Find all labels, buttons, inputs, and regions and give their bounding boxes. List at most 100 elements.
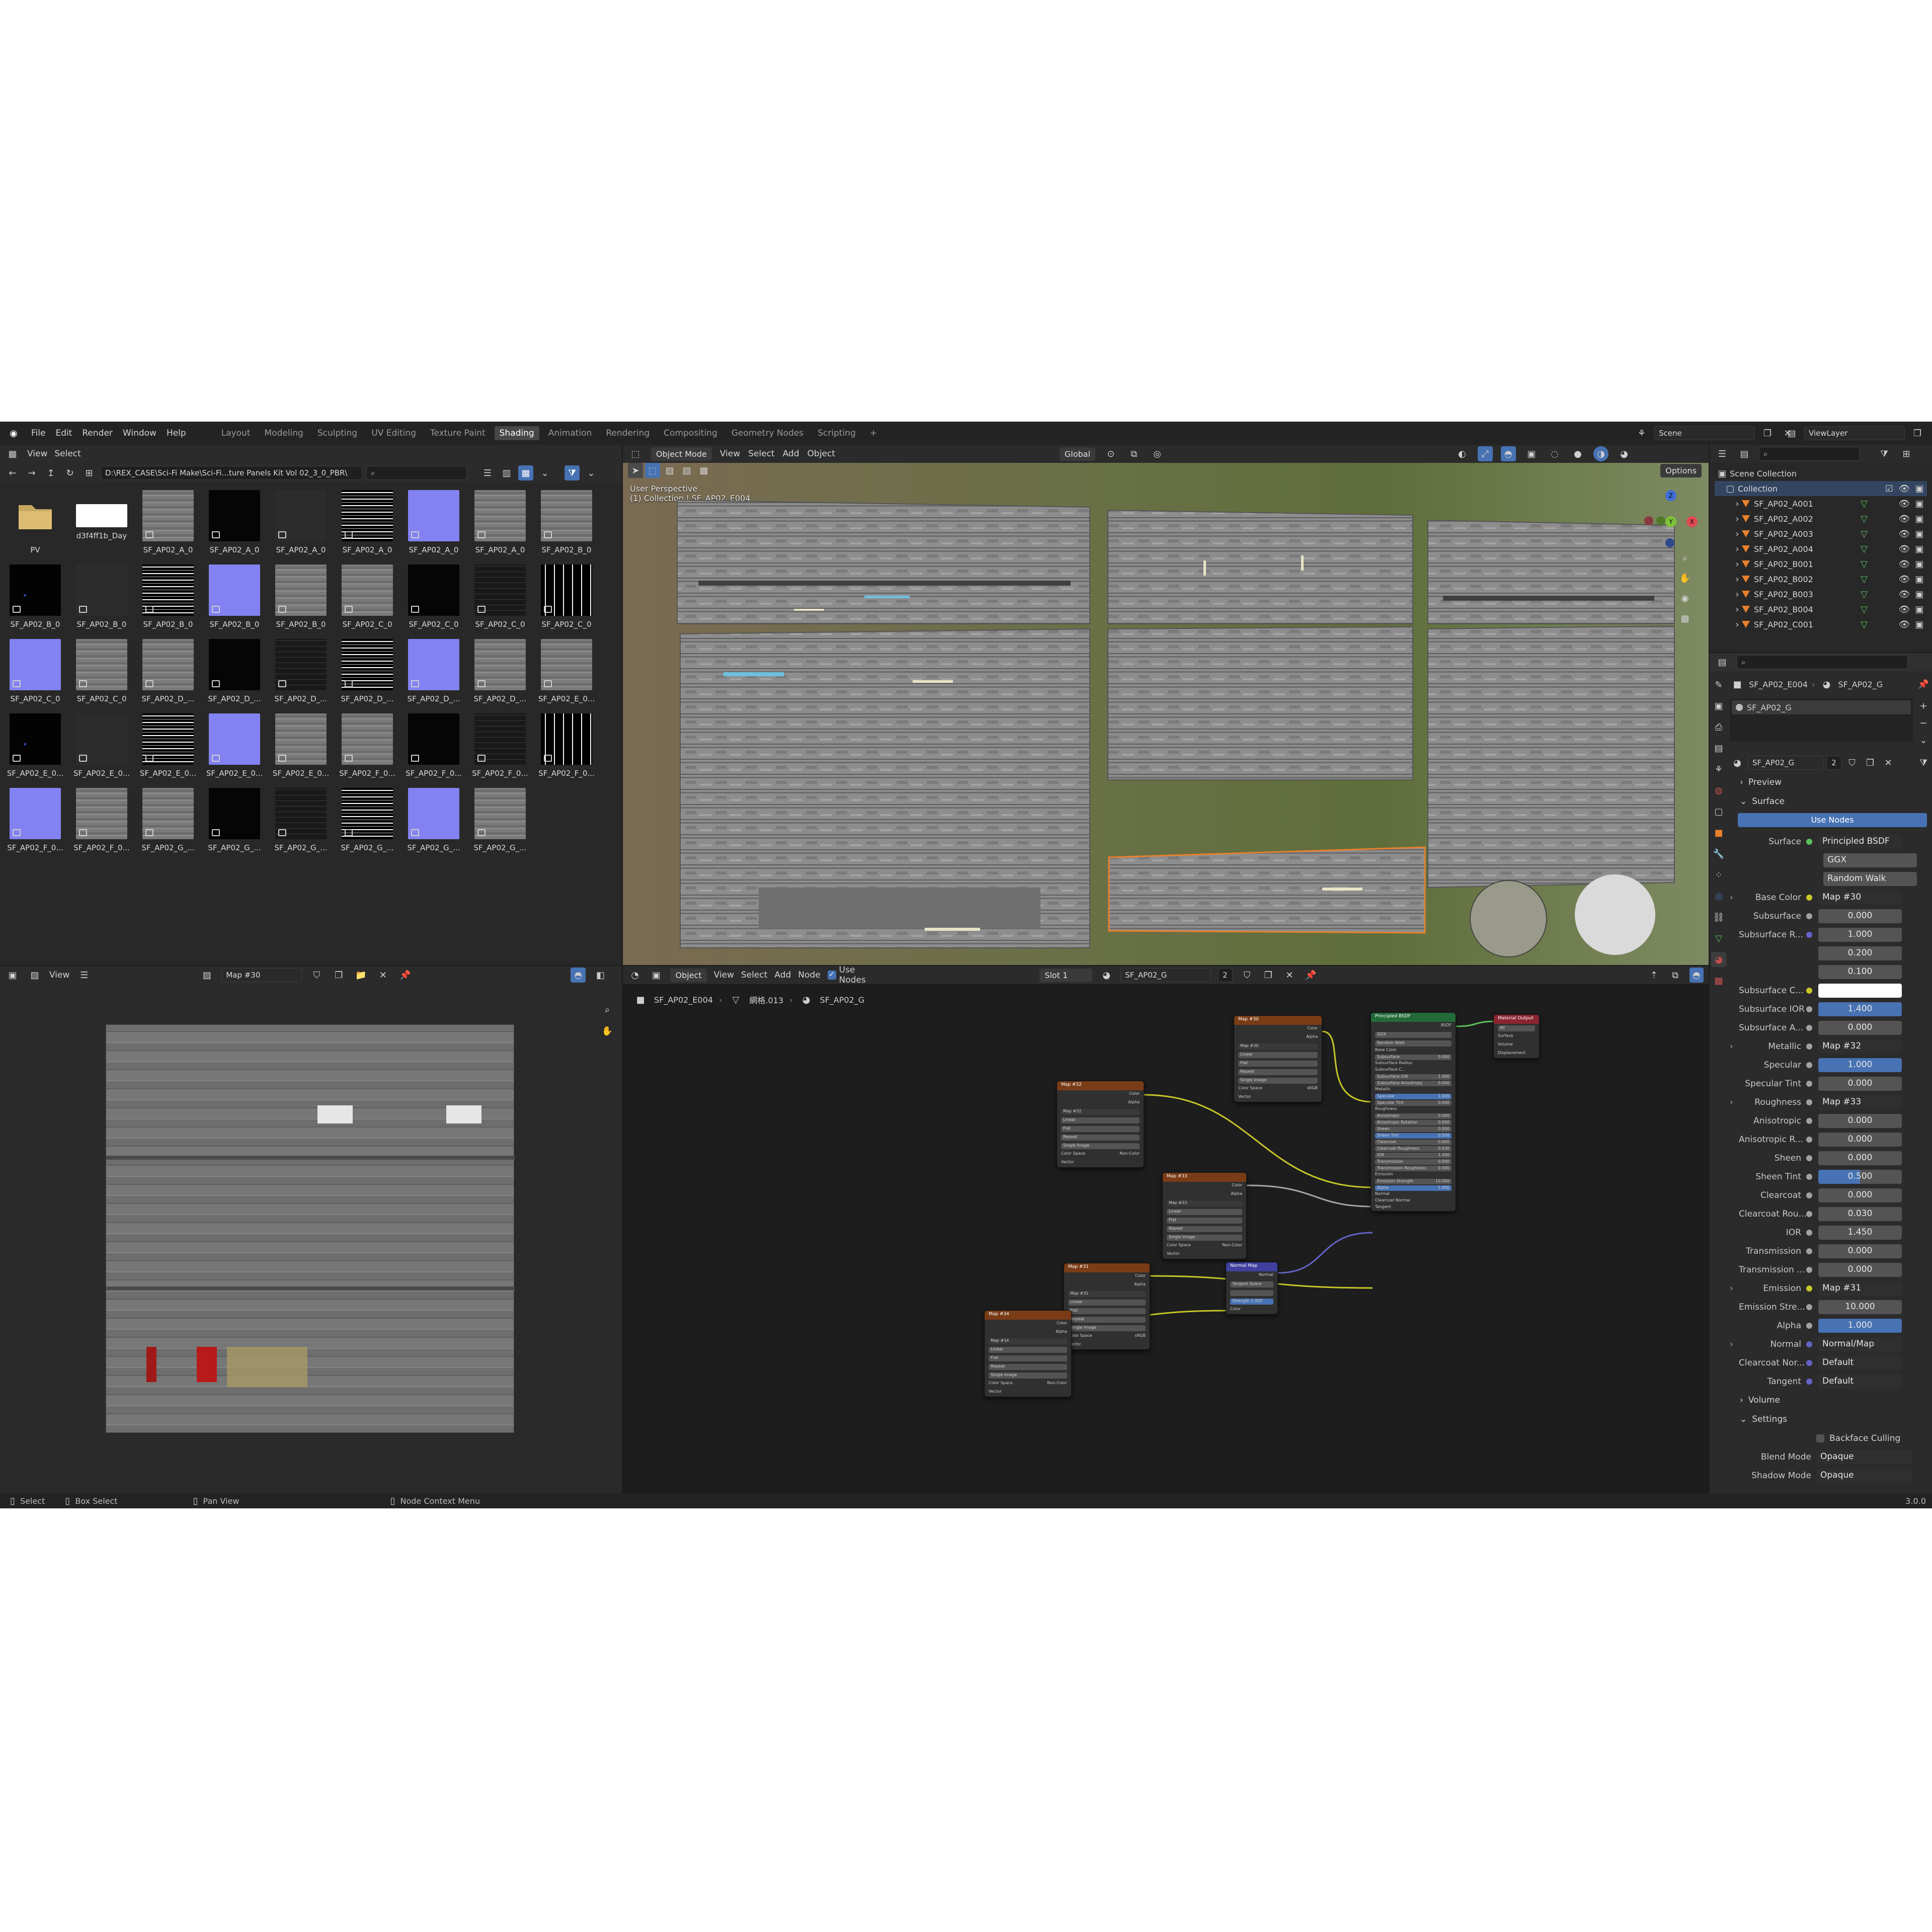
search-input[interactable]: ⌕ — [366, 466, 467, 480]
blend-mode-dropdown[interactable]: Opaque — [1816, 1450, 1912, 1464]
collection-tab-icon[interactable]: ▢ — [1711, 804, 1726, 819]
file-thumbnail[interactable]: SF_AP02_F_0... — [400, 713, 467, 788]
image-texture-node-map33[interactable]: Map #33 Color Alpha Map #33 Linear Flat Repeat… — [1162, 1172, 1247, 1259]
eye-icon[interactable]: 👁 — [1897, 526, 1912, 541]
file-thumbnail[interactable]: SF_AP02_D_... — [334, 639, 400, 713]
expand-arrow-icon[interactable]: › — [1730, 1283, 1739, 1294]
file-thumbnail[interactable]: SF_AP02_G_... — [467, 788, 533, 862]
filter-icon[interactable]: ⧩ — [1916, 755, 1931, 770]
file-thumbnail[interactable]: SF_AP02_A_0 — [268, 490, 334, 565]
file-thumbnail[interactable]: SF_AP02_C_0 — [2, 639, 68, 713]
eye-icon[interactable]: 👁 — [1897, 541, 1912, 556]
file-thumbnail[interactable]: SF_AP02_G_... — [400, 788, 467, 862]
expand-arrow-icon[interactable]: › — [1733, 541, 1742, 556]
close-view-layer-icon[interactable]: ✕ — [1930, 426, 1932, 441]
mesh-data-icon[interactable]: ▽ — [1857, 496, 1872, 511]
mesh-data-icon[interactable]: ▽ — [1857, 572, 1872, 587]
path-field[interactable]: D:\REX_CASE\Sci-Fi Make\Sci-Fi...ture Pa… — [101, 466, 362, 480]
outliner-item[interactable]: › SF_AP02_B003 ▽ 👁 ▣ — [1715, 587, 1927, 602]
surface-shader-field[interactable]: Principled BSDF — [1818, 834, 1902, 849]
file-thumbnail[interactable]: SF_AP02_E_0... — [201, 713, 268, 788]
camera-icon[interactable]: ▣ — [1912, 511, 1927, 526]
navigation-gizmo[interactable]: Z Y X — [1644, 490, 1700, 547]
file-thumbnail[interactable]: SF_AP02_C_0 — [68, 639, 135, 713]
view-layer-tab-icon[interactable]: ▤ — [1711, 741, 1726, 756]
physics-tab-icon[interactable]: ◎ — [1711, 889, 1726, 904]
outliner-item[interactable]: › SF_AP02_B002 ▽ 👁 ▣ — [1715, 572, 1927, 587]
data-tab-icon[interactable]: ▽ — [1711, 931, 1726, 946]
expand-arrow-icon[interactable]: › — [1730, 1041, 1739, 1052]
file-thumbnail[interactable]: SF_AP02_F_0... — [2, 788, 68, 862]
particles-tab-icon[interactable]: ⁘ — [1711, 867, 1726, 882]
file-thumbnail[interactable]: SF_AP02_E_0... — [135, 713, 201, 788]
outliner-item[interactable]: › SF_AP02_A004 ▽ 👁 ▣ — [1715, 541, 1927, 556]
bsdf-input-field[interactable]: 1.450 — [1818, 1225, 1902, 1240]
filter-icon[interactable]: ⧩ — [565, 465, 580, 480]
refresh-icon[interactable]: ↻ — [62, 465, 77, 480]
surface-panel-header[interactable]: ⌄ Surface — [1730, 792, 1931, 811]
bsdf-input-field[interactable]: Normal/Map — [1818, 1337, 1902, 1351]
file-thumbnail[interactable]: SF_AP02_A_0 — [400, 490, 467, 565]
outliner-item[interactable]: › SF_AP02_A003 ▽ 👁 ▣ — [1715, 526, 1927, 541]
gizmo-neg-x[interactable] — [1644, 516, 1653, 525]
eye-icon[interactable]: 👁 — [1897, 496, 1912, 511]
expand-arrow-icon[interactable]: › — [1733, 496, 1742, 511]
principled-bsdf-node[interactable]: Principled BSDF BSDF GGX Random Walk Base Co… — [1371, 1012, 1456, 1212]
file-thumbnail[interactable]: SF_AP02_B_0 — [68, 565, 135, 639]
normal-map-node[interactable]: Normal Map Normal Tangent Space Strength… — [1226, 1262, 1278, 1315]
unlink-image-icon[interactable]: ✕ — [375, 968, 390, 983]
object-tab-icon[interactable]: ■ — [1711, 825, 1726, 840]
menu-select[interactable]: Select — [54, 449, 80, 459]
tab-texture-paint[interactable]: Texture Paint — [425, 426, 491, 440]
eye-icon[interactable]: 👁 — [1897, 572, 1912, 587]
mesh-data-icon[interactable]: ▽ — [1857, 602, 1872, 617]
scene-field[interactable]: Scene — [1654, 426, 1755, 440]
sss-method-dropdown[interactable]: Random Walk — [1823, 871, 1917, 886]
back-icon[interactable]: ← — [5, 465, 20, 480]
file-thumbnail[interactable]: SF_AP02_G_... — [135, 788, 201, 862]
tab-layout[interactable]: Layout — [216, 426, 256, 440]
bsdf-input-field[interactable]: 1.000 — [1818, 1318, 1902, 1333]
new-folder-icon[interactable]: ⊞ — [82, 465, 97, 480]
outliner-item[interactable]: › SF_AP02_A002 ▽ 👁 ▣ — [1715, 511, 1927, 526]
fake-user-icon[interactable]: ⛉ — [309, 968, 324, 983]
bsdf-input-field[interactable]: Map #30 — [1818, 890, 1902, 905]
eye-icon[interactable]: 👁 — [1897, 511, 1912, 526]
bsdf-input-field[interactable]: 0.000 — [1818, 1188, 1902, 1202]
file-thumbnail[interactable]: SF_AP02_F_0... — [68, 788, 135, 862]
panel-d[interactable] — [680, 628, 1090, 948]
bsdf-input-field[interactable]: 0.000 — [1818, 909, 1902, 923]
gizmo-z-axis[interactable]: Z — [1665, 490, 1676, 501]
file-thumbnail[interactable]: SF_AP02_E_0... — [533, 639, 600, 713]
display-mode-icon[interactable]: ▤ — [1737, 446, 1752, 461]
bsdf-input-field[interactable]: 1.400 — [1818, 1002, 1902, 1016]
bsdf-input-field[interactable]: 0.000 — [1818, 1020, 1902, 1035]
checkbox-icon[interactable]: ☑ — [1882, 481, 1897, 496]
modifier-tab-icon[interactable]: 🔧 — [1711, 846, 1726, 861]
backface-checkbox[interactable] — [1816, 1434, 1824, 1442]
zoom-icon[interactable]: ⌕ — [600, 1002, 615, 1017]
collection-row[interactable]: ▢ Collection ☑ 👁 ▣ — [1715, 481, 1927, 496]
image-texture-node-map30[interactable]: Map #30 Color Alpha Map #30 Linear Flat Repeat… — [1234, 1015, 1322, 1102]
file-thumbnail[interactable]: SF_AP02_A_0 — [467, 490, 533, 565]
pan-hand-icon[interactable]: ✋ — [1677, 571, 1693, 586]
menu-help[interactable]: Help — [167, 428, 186, 438]
scene-collection[interactable]: ▣ Scene Collection — [1715, 466, 1927, 481]
camera-icon[interactable]: ▣ — [1912, 526, 1927, 541]
file-thumbnail[interactable]: SF_AP02_C_0 — [533, 565, 600, 639]
bsdf-input-field[interactable]: Map #32 — [1818, 1039, 1902, 1054]
camera-icon[interactable]: ▣ — [1912, 496, 1927, 511]
file-thumbnail[interactable]: SF_AP02_G_... — [201, 788, 268, 862]
unlink-material-icon[interactable]: ✕ — [1881, 755, 1896, 770]
file-thumbnail[interactable]: SF_AP02_G_... — [268, 788, 334, 862]
bsdf-input-field[interactable]: Default — [1818, 1355, 1902, 1370]
output-tab-icon[interactable]: ⎙ — [1711, 719, 1726, 735]
forward-icon[interactable]: → — [24, 465, 39, 480]
bsdf-input-field[interactable]: 0.000 — [1818, 1244, 1902, 1258]
new-collection-icon[interactable]: ⊞ — [1899, 446, 1914, 461]
render-tab-icon[interactable]: ▣ — [1711, 698, 1726, 713]
file-thumbnail[interactable]: SF_AP02_B_0 — [268, 565, 334, 639]
file-thumbnail[interactable]: SF_AP02_A_0 — [334, 490, 400, 565]
expand-arrow-icon[interactable]: › — [1733, 572, 1742, 587]
menu-window[interactable]: Window — [123, 428, 156, 438]
